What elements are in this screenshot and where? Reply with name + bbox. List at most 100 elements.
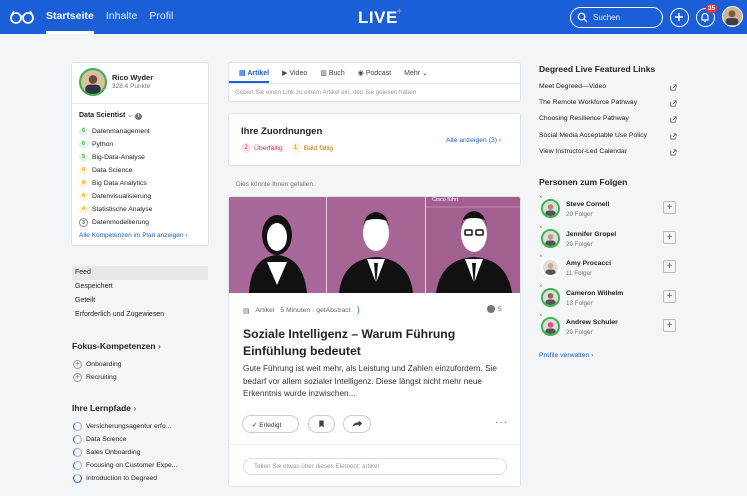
divider — [229, 444, 520, 445]
person-name[interactable]: Cameron Wilhelm — [566, 290, 623, 297]
skill-item[interactable]: 4 Data Science — [79, 164, 152, 177]
featured-link[interactable]: Meet Degreed—Video — [539, 83, 606, 90]
focus-title[interactable]: Fokus-Kompetenzen › — [72, 341, 161, 351]
follow-button[interactable]: + — [663, 201, 676, 214]
more-options-icon[interactable]: ··· — [495, 417, 508, 428]
paths-title[interactable]: Ihre Lernpfade › — [72, 403, 136, 413]
book-icon: ▥ — [320, 70, 327, 77]
document-icon: ▤ — [239, 70, 246, 77]
external-link-icon[interactable] — [670, 100, 677, 107]
share-button[interactable] — [343, 415, 371, 433]
tab-buch[interactable]: ▥ Buch — [320, 69, 345, 77]
dismiss-icon[interactable]: × — [539, 284, 543, 290]
skill-item[interactable]: 4 Statistische Analyse — [79, 203, 152, 216]
focus-item[interactable]: + Recruiting — [73, 371, 122, 384]
skill-item[interactable]: 5 Big-Data-Analyse — [79, 151, 152, 164]
nav-profil[interactable]: Profil — [149, 10, 173, 22]
view-all-assignments-link[interactable]: Alle anzeigen (3) › — [446, 137, 501, 144]
user-avatar[interactable] — [722, 6, 743, 27]
external-link-icon[interactable] — [670, 84, 677, 91]
article-image[interactable] — [229, 197, 521, 293]
nav-inhalte[interactable]: Inhalte — [106, 10, 138, 22]
view-all-label: Alle anzeigen (3) — [446, 137, 498, 144]
follow-button[interactable]: + — [663, 230, 676, 244]
focus-item-label: Onboarding — [86, 361, 122, 368]
person-avatar[interactable] — [541, 199, 560, 218]
info-icon[interactable]: i — [135, 113, 143, 120]
likes[interactable]: 5 — [487, 305, 502, 313]
menu-feed[interactable]: Feed — [72, 266, 208, 280]
overdue-status[interactable]: 2 Überfällig — [241, 143, 283, 153]
featured-link[interactable]: Choosing Resilience Pathway — [539, 115, 629, 122]
path-item[interactable]: Focusing on Customer Expe... — [73, 459, 177, 472]
profile-card: Rico Wyder 328.4 Punkte Data Scientist ⌄… — [71, 62, 209, 246]
menu-saved[interactable]: Gespeichert — [72, 280, 208, 294]
person-item: × Steve Cornell 20 Folger + — [539, 195, 679, 223]
person-name[interactable]: Jennifer Gropel — [566, 231, 616, 238]
link-input[interactable]: Geben Sie einen Link zu einem Artikel ei… — [235, 89, 416, 96]
tab-mehr[interactable]: Mehr ⌄ — [404, 69, 428, 77]
follow-button[interactable]: + — [663, 289, 676, 303]
path-item[interactable]: Versicherungsagentur erfo... — [73, 420, 177, 433]
done-button[interactable]: ✓ Erledigt — [242, 415, 299, 433]
external-link-icon[interactable] — [670, 116, 677, 123]
skill-item[interactable]: 4 Big Data Analytics — [79, 177, 152, 190]
person-avatar[interactable] — [541, 228, 560, 248]
dismiss-icon[interactable]: × — [539, 195, 543, 201]
add-button[interactable] — [670, 8, 689, 27]
profile-name[interactable]: Rico Wyder — [112, 73, 153, 82]
path-item[interactable]: Introduction to Degreed — [73, 472, 177, 485]
search-icon — [577, 12, 588, 23]
dismiss-icon[interactable]: × — [539, 313, 543, 319]
chevron-right-icon: › — [498, 137, 502, 144]
soon-count: 1 — [290, 143, 301, 153]
person-avatar[interactable] — [541, 258, 560, 277]
featured-link[interactable]: The Remote Workforce Pathway — [539, 99, 637, 106]
soon-status[interactable]: 1 Bald fällig — [290, 143, 333, 153]
featured-link[interactable]: Social Media Acceptable Use Policy — [539, 132, 647, 139]
person-avatar[interactable] — [541, 287, 560, 307]
check-icon: ✓ — [252, 422, 258, 429]
profile-points: 328.4 Punkte — [112, 83, 151, 90]
path-item[interactable]: Data Science — [73, 433, 177, 446]
glasses-logo-icon[interactable] — [9, 9, 35, 25]
manage-profiles-link[interactable]: Profile verwalten › — [539, 352, 593, 359]
person-avatar[interactable] — [541, 317, 560, 336]
plus-circle-icon: + — [73, 373, 82, 382]
nav-startseite[interactable]: Startseite — [46, 10, 94, 34]
provider-icon: ⟩ — [356, 305, 361, 315]
focus-item[interactable]: + Onboarding — [73, 358, 122, 371]
tab-podcast[interactable]: ◉ Podcast — [358, 69, 391, 77]
path-item[interactable]: Sales Onboarding — [73, 446, 177, 459]
plus-circle-icon: + — [73, 360, 82, 369]
search-input[interactable]: Suchen — [570, 7, 663, 28]
role-selector[interactable]: Data Scientist ⌄ i — [79, 111, 143, 120]
dismiss-icon[interactable]: × — [539, 225, 543, 231]
person-followers: 20 Folger — [566, 211, 593, 218]
skill-item[interactable]: 6 Datenmanagement — [79, 125, 152, 138]
article-title[interactable]: Soziale Intelligenz – Warum Führung Einf… — [243, 326, 508, 360]
person-item: × Andrew Schuler 20 Folger + — [539, 313, 679, 341]
menu-required[interactable]: Erforderlich und Zugewiesen — [72, 308, 208, 322]
tab-artikel[interactable]: ▤ Artikel — [228, 69, 270, 83]
skill-level-badge: 4 — [79, 205, 88, 214]
follow-button[interactable]: + — [663, 319, 676, 332]
person-name[interactable]: Andrew Schuler — [566, 319, 618, 326]
follow-button[interactable]: + — [663, 260, 676, 273]
external-link-icon[interactable] — [670, 149, 677, 156]
external-link-icon[interactable] — [670, 133, 677, 140]
bookmark-button[interactable] — [308, 415, 335, 433]
dismiss-icon[interactable]: × — [539, 254, 543, 260]
share-comment-input[interactable]: Teilen Sie etwas über dieses Element: ar… — [243, 458, 507, 475]
featured-link[interactable]: View Instructor-Led Calendar — [539, 148, 627, 155]
person-name[interactable]: Amy Procacci — [566, 260, 611, 267]
skill-item[interactable]: 6 Python — [79, 138, 152, 151]
skill-item[interactable]: 3 Datenmodellierung — [79, 216, 152, 229]
skill-item[interactable]: 4 Datenvisualisierung — [79, 190, 152, 203]
video-icon: ▶ — [282, 70, 288, 77]
profile-avatar[interactable] — [79, 68, 107, 96]
person-name[interactable]: Steve Cornell — [566, 201, 609, 208]
tab-video[interactable]: ▶ Video — [282, 69, 307, 77]
all-skills-link[interactable]: Alle Kompetenzen im Plan anzeigen › — [79, 232, 187, 239]
menu-shared[interactable]: Geteilt — [72, 294, 208, 308]
